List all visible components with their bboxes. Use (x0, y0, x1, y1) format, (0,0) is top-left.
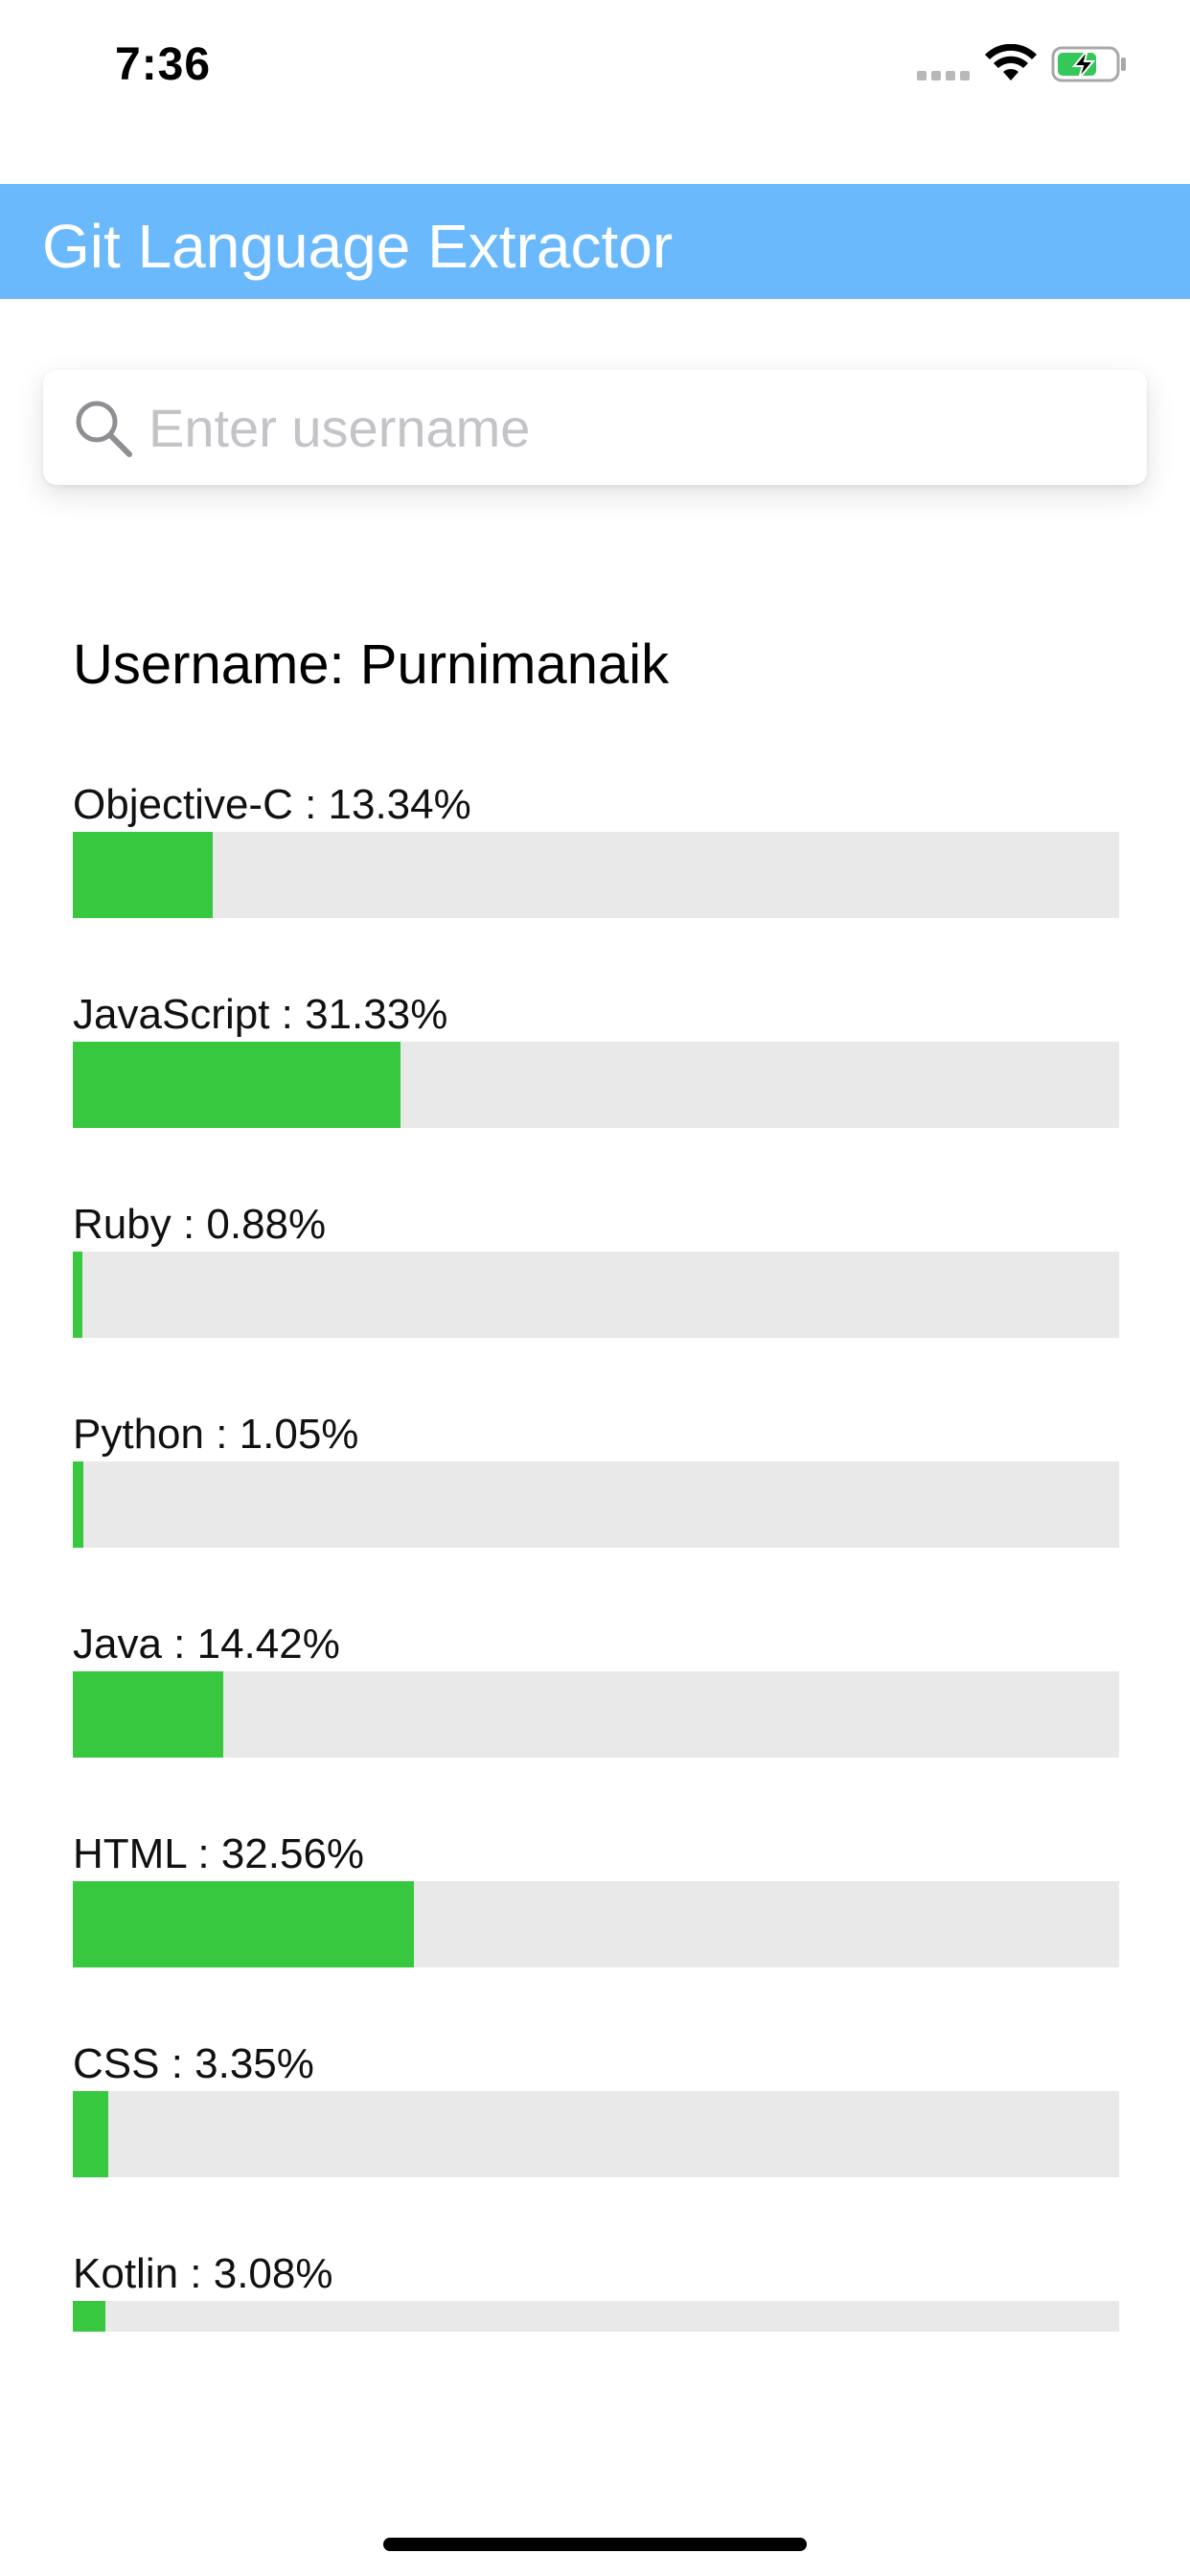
battery-charging-icon (1051, 46, 1126, 82)
search-input[interactable] (149, 389, 1126, 466)
language-list: Objective-C : 13.34% JavaScript : 31.33%… (73, 778, 1119, 2457)
signal-dots-icon (917, 71, 971, 80)
language-progress-fill (73, 2091, 108, 2177)
language-item: Python : 1.05% (73, 1408, 1119, 1618)
app-title: Git Language Extractor (42, 212, 674, 281)
language-label: Objective-C : 13.34% (73, 781, 471, 828)
language-progress-track (73, 1671, 1119, 1758)
language-progress-fill (73, 1671, 224, 1758)
home-indicator[interactable] (383, 2538, 807, 2551)
wifi-icon (985, 44, 1037, 80)
language-label: JavaScript : 31.33% (73, 991, 448, 1038)
language-item: CSS : 3.35% (73, 2037, 1119, 2247)
search-icon (76, 401, 132, 457)
language-item: Objective-C : 13.34% (73, 778, 1119, 988)
language-label: Kotlin : 3.08% (73, 2250, 333, 2297)
language-progress-track (73, 2091, 1119, 2177)
language-item: JavaScript : 31.33% (73, 988, 1119, 1198)
username-label: Username: Purnimanaik (73, 633, 670, 696)
status-bar: 7:36 (0, 0, 1190, 134)
search-bar[interactable] (43, 370, 1147, 485)
language-progress-fill (73, 1042, 401, 1128)
app-header: Git Language Extractor (0, 184, 1190, 299)
language-progress-fill (73, 2301, 105, 2332)
language-progress-track (73, 1881, 1119, 1967)
language-progress-fill (73, 1881, 414, 1967)
language-progress-track (73, 1252, 1119, 1338)
language-item: HTML : 32.56% (73, 1828, 1119, 2037)
language-label: Python : 1.05% (73, 1411, 359, 1458)
language-progress-track (73, 1042, 1119, 1128)
language-label: Ruby : 0.88% (73, 1201, 327, 1248)
language-label: HTML : 32.56% (73, 1830, 365, 1877)
language-progress-fill (73, 832, 213, 918)
language-item: Java : 14.42% (73, 1618, 1119, 1828)
language-item: Kotlin : 3.08% (73, 2247, 1119, 2457)
app-screen: 7:36 Git Language Extractor Username: Pu… (0, 0, 1190, 2576)
language-label: Java : 14.42% (73, 1621, 340, 1668)
language-item: Ruby : 0.88% (73, 1198, 1119, 1408)
language-progress-fill (73, 1461, 84, 1548)
language-progress-track (73, 1461, 1119, 1548)
language-progress-fill (73, 1252, 82, 1338)
language-progress-track (73, 832, 1119, 918)
language-progress-track (73, 2301, 1119, 2332)
status-time: 7:36 (115, 39, 212, 90)
language-label: CSS : 3.35% (73, 2040, 314, 2087)
